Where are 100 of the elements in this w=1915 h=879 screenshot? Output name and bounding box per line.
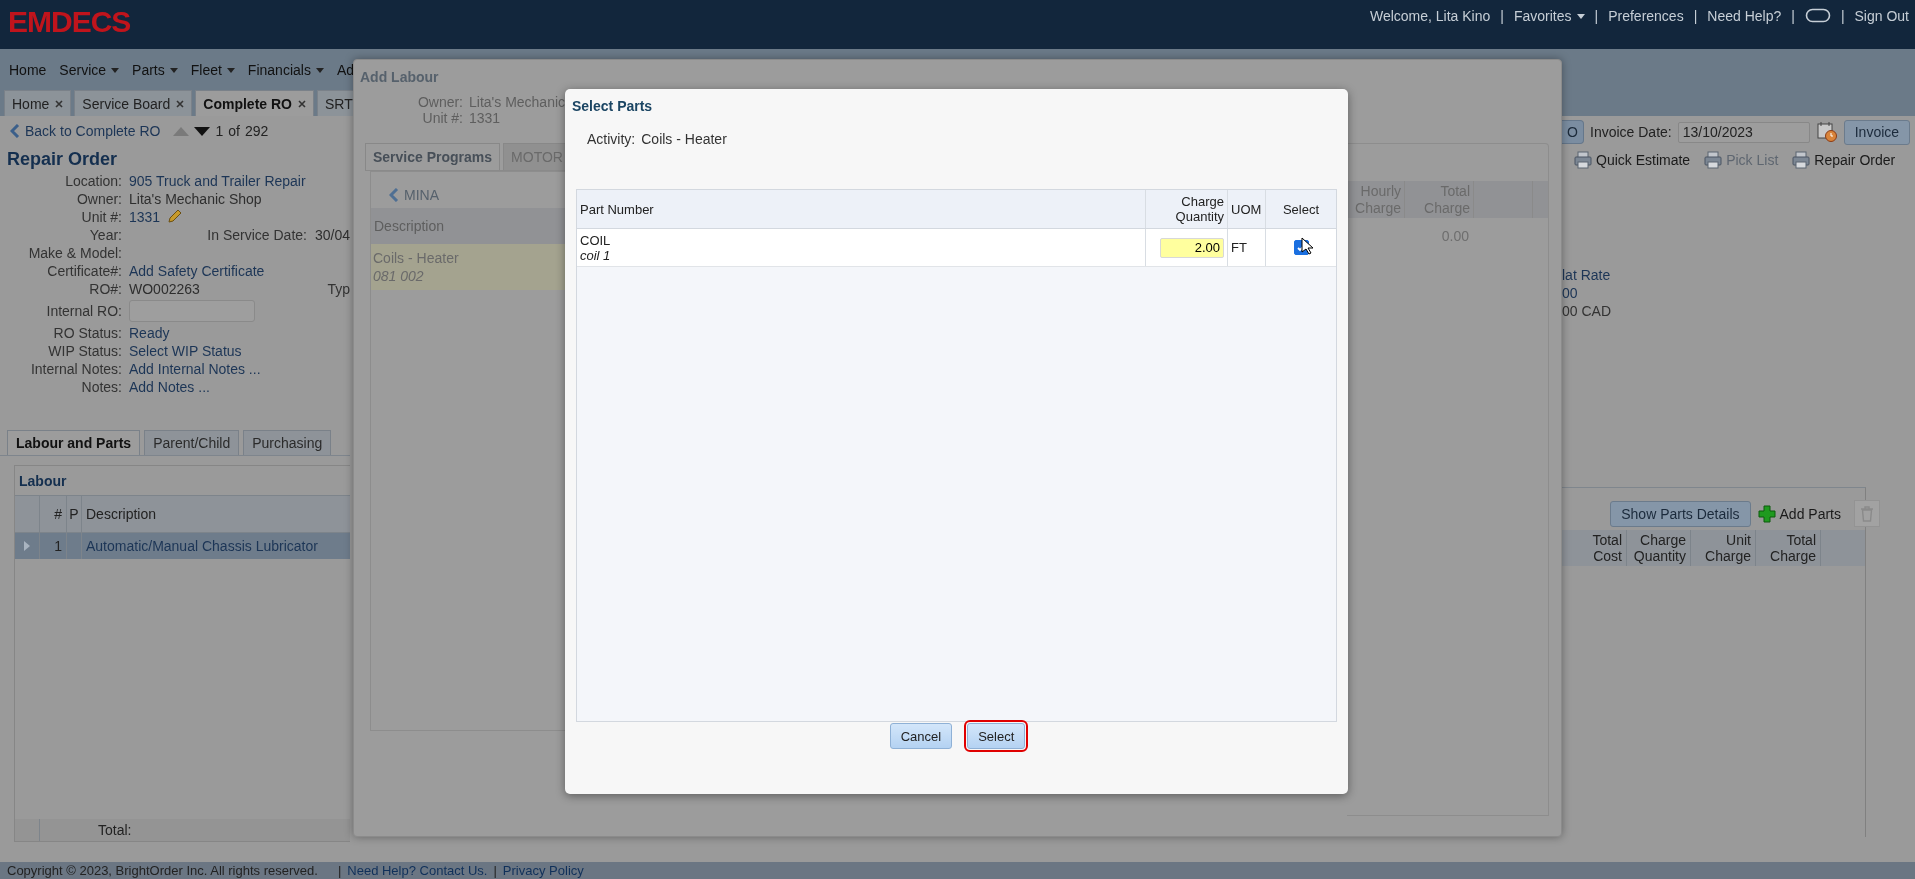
back-link[interactable]: Back to Complete RO — [10, 123, 161, 139]
chat-icon[interactable] — [1804, 8, 1831, 24]
field-label: Typ — [327, 281, 350, 297]
welcome-text: Welcome, Lita Kino — [1369, 8, 1491, 24]
printer-icon — [1574, 151, 1592, 169]
dialog-button[interactable]: Select — [967, 723, 1026, 749]
page-tab[interactable]: Complete RO — [195, 90, 314, 116]
printer-icon — [1704, 151, 1723, 169]
column-header: Charge Quantity — [1146, 190, 1228, 228]
section-tab[interactable]: Labour and Parts — [7, 430, 141, 455]
page-tab[interactable]: Service Board — [74, 90, 193, 116]
mouse-cursor-icon — [1301, 237, 1313, 255]
field-link[interactable]: Ready — [129, 325, 170, 341]
footer-link[interactable]: Privacy Policy — [502, 863, 584, 878]
field-label: Owner: — [416, 94, 463, 110]
dialog-title: Select Parts — [571, 97, 654, 116]
pencil-icon[interactable] — [166, 209, 183, 225]
field-label: RO#: — [88, 281, 122, 297]
field-label: Year: — [88, 227, 122, 243]
print-link[interactable]: Repair Order — [1792, 151, 1896, 169]
total-label: Total: — [97, 822, 132, 838]
dialog-button[interactable]: Cancel — [889, 723, 953, 749]
rate-text: lat Rate — [1562, 267, 1612, 283]
of-text: of — [228, 123, 240, 139]
quantity-field[interactable]: 2.00 — [1160, 237, 1224, 258]
separator-text: | — [337, 863, 342, 878]
column-header: Description — [85, 506, 157, 522]
toolbar-button[interactable]: O — [1562, 120, 1584, 144]
panel-title: Labour — [18, 472, 68, 491]
table-cell: FT — [1231, 240, 1247, 255]
invoice-button[interactable]: Invoice — [1843, 119, 1911, 145]
table-cell-text: Automatic/Manual Chassis Lubricator — [85, 538, 318, 554]
column-header: Charge Quantity — [1627, 530, 1691, 566]
field-value: 1331 — [129, 209, 161, 225]
nav-menu-item[interactable]: Ad — [331, 60, 359, 80]
record-position: 1 — [215, 123, 224, 139]
printer-icon — [1792, 151, 1811, 169]
separator-text: | — [1693, 8, 1698, 24]
nav-menu-item[interactable]: Home — [4, 60, 52, 80]
field-label: RO Status: — [52, 325, 122, 341]
separator-text: | — [1594, 8, 1599, 24]
field-value: 30/04 — [314, 227, 350, 243]
header-link[interactable]: Sign Out — [1854, 8, 1909, 24]
field-label: Unit #: — [421, 110, 463, 126]
field-label: Location: — [64, 173, 122, 189]
calendar-clock-icon[interactable] — [1815, 121, 1838, 143]
labour-row[interactable]: 1 Automatic/Manual Chassis Lubricator — [15, 532, 350, 559]
close-icon[interactable] — [176, 99, 185, 108]
add-parts-button[interactable]: Add Parts — [1757, 504, 1847, 523]
separator-text: | — [1500, 8, 1504, 24]
field-label: Internal Notes: — [29, 361, 122, 377]
part-description: coil 1 — [580, 247, 611, 263]
caret-icon — [1576, 13, 1585, 19]
column-header: Select — [1281, 200, 1321, 219]
close-icon[interactable] — [298, 99, 306, 108]
field-label: Invoice Date: — [1590, 124, 1672, 140]
trash-icon — [1860, 505, 1874, 522]
field-label: Certificate#: — [46, 263, 122, 279]
nav-menu-item[interactable]: Fleet — [185, 60, 240, 80]
record-total: 292 — [244, 123, 269, 139]
nav-menu-item[interactable]: Service — [54, 60, 125, 80]
logo: EMDECS — [8, 7, 131, 37]
service-code: 081 002 — [373, 268, 425, 284]
separator-text: | — [1791, 8, 1795, 24]
header-link[interactable]: Need Help? — [1707, 8, 1782, 24]
show-parts-details-button[interactable]: Show Parts Details — [1610, 500, 1751, 527]
field-link[interactable]: Add Safety Certificate — [129, 263, 265, 279]
favorites-menu[interactable]: Favorites — [1513, 8, 1585, 24]
field-link[interactable]: Select WIP Status — [129, 343, 242, 359]
nav-menu-item[interactable]: Financials — [242, 60, 329, 80]
footer-link[interactable]: Need Help? Contact Us. — [347, 863, 488, 878]
copyright-text: Copyright © 2023, BrightOrder Inc. All rights reserved. — [7, 863, 318, 878]
field-label: WIP Status: — [47, 343, 122, 359]
dialog-tab[interactable]: Service Programs — [365, 143, 501, 170]
separator-text: | — [493, 863, 497, 878]
page-tab[interactable]: Home — [4, 90, 72, 116]
field-link[interactable]: Add Internal Notes ... — [129, 361, 261, 377]
close-icon[interactable] — [55, 99, 64, 108]
invoice-date-field[interactable]: 13/10/2023 — [1677, 121, 1810, 143]
field-value: WO002263 — [129, 281, 200, 297]
print-link[interactable]: Quick Estimate — [1574, 151, 1691, 169]
field-value: Lita's Mechanic Shop — [129, 191, 262, 207]
section-tab[interactable]: Parent/Child — [144, 430, 240, 455]
table-cell: 1 — [40, 533, 67, 559]
field-label: Notes: — [80, 379, 122, 395]
column-header: Part Number — [577, 190, 1146, 228]
field-link[interactable]: Add Notes ... — [129, 379, 210, 395]
back-link[interactable]: MINA — [371, 172, 577, 208]
column-header: Total Charge — [1756, 530, 1821, 566]
field-value: 1331 — [469, 110, 502, 126]
header-link[interactable]: Preferences — [1608, 8, 1684, 24]
field-label: Make & Model: — [27, 245, 122, 261]
field-link[interactable]: 905 Truck and Trailer Repair — [129, 173, 306, 189]
field-label: Activity: — [587, 131, 636, 149]
plus-icon — [1757, 504, 1776, 523]
down-arrow-icon[interactable] — [194, 126, 211, 136]
field-label: Owner: — [75, 191, 122, 207]
nav-menu-item[interactable]: Parts — [127, 60, 183, 80]
section-tab[interactable]: Purchasing — [243, 430, 332, 455]
separator-text: | — [1840, 8, 1845, 24]
